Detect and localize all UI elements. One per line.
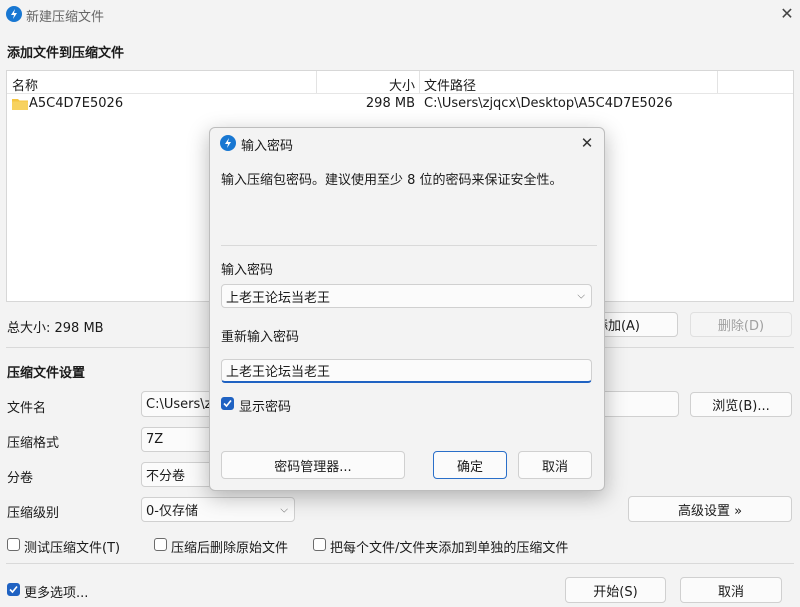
level-value: 0-仅存储 — [146, 504, 198, 519]
show-password-label[interactable]: 显示密码 — [239, 396, 291, 415]
level-select[interactable]: 0-仅存储 ⌵ — [141, 497, 295, 522]
cancel-button[interactable]: 取消 — [680, 577, 782, 603]
password-manager-button[interactable]: 密码管理器... — [221, 451, 405, 479]
dialog-description: 输入压缩包密码。建议使用至少 8 位的密码来保证安全性。 — [221, 173, 563, 188]
password-dialog: 输入密码 ✕ 输入压缩包密码。建议使用至少 8 位的密码来保证安全性。 输入密码… — [209, 127, 605, 491]
password-label: 输入密码 — [221, 263, 274, 278]
list-header: 名称 大小 文件路径 — [7, 71, 793, 94]
column-separator[interactable] — [316, 71, 317, 93]
browse-button[interactable]: 浏览(B)... — [690, 392, 792, 417]
separate-archives-label[interactable]: 把每个文件/文件夹添加到单独的压缩文件 — [330, 537, 568, 556]
start-button[interactable]: 开始(S) — [565, 577, 666, 603]
chevron-down-icon: ⌵ — [280, 504, 288, 515]
window-title: 新建压缩文件 — [26, 10, 105, 25]
column-header-size[interactable]: 大小 — [367, 75, 415, 94]
row-size: 298 MB — [365, 96, 415, 111]
column-separator[interactable] — [717, 71, 718, 93]
format-label: 压缩格式 — [7, 436, 60, 451]
dialog-divider — [221, 245, 597, 246]
bandizip-icon — [6, 6, 22, 22]
dialog-cancel-button[interactable]: 取消 — [518, 451, 592, 479]
add-section-title: 添加文件到压缩文件 — [7, 46, 125, 61]
column-header-path[interactable]: 文件路径 — [424, 75, 476, 94]
folder-icon — [12, 97, 28, 110]
split-value: 不分卷 — [146, 469, 186, 484]
chevron-down-icon[interactable]: ⌵ — [577, 291, 585, 302]
delete-original-checkbox[interactable] — [154, 538, 167, 551]
bandizip-icon — [220, 135, 236, 151]
test-archive-label[interactable]: 测试压缩文件(T) — [24, 537, 120, 556]
delete-original-label[interactable]: 压缩后删除原始文件 — [171, 537, 288, 556]
separate-archives-checkbox[interactable] — [313, 538, 326, 551]
column-separator[interactable] — [419, 71, 420, 93]
reenter-password-input[interactable] — [221, 359, 592, 383]
filename-label: 文件名 — [7, 401, 47, 416]
filename-value: C:\Users\zj — [146, 396, 216, 412]
advanced-settings-button[interactable]: 高级设置 » — [628, 496, 792, 522]
password-combo[interactable]: 上老王论坛当老王 ⌵ — [221, 284, 592, 308]
dialog-close-button[interactable]: ✕ — [577, 133, 597, 153]
password-value: 上老王论坛当老王 — [226, 290, 331, 306]
split-label: 分卷 — [7, 471, 34, 486]
more-options-label[interactable]: 更多选项... — [24, 582, 88, 601]
ok-button[interactable]: 确定 — [433, 451, 507, 479]
total-size: 总大小: 298 MB — [7, 321, 104, 336]
divider — [6, 563, 794, 564]
settings-section-title: 压缩文件设置 — [7, 366, 86, 381]
test-archive-checkbox[interactable] — [7, 538, 20, 551]
show-password-checkbox[interactable] — [221, 397, 234, 410]
dialog-title: 输入密码 — [241, 139, 294, 154]
table-row[interactable]: A5C4D7E5026 298 MB C:\Users\zjqcx\Deskto… — [7, 94, 793, 114]
format-value: 7Z — [146, 432, 164, 447]
row-path: C:\Users\zjqcx\Desktop\A5C4D7E5026 — [424, 96, 673, 111]
row-name: A5C4D7E5026 — [29, 96, 124, 111]
more-options-checkbox[interactable] — [7, 583, 20, 596]
reenter-password-label: 重新输入密码 — [221, 330, 300, 345]
column-header-name[interactable]: 名称 — [12, 75, 38, 94]
title-bar: 新建压缩文件 ✕ — [0, 0, 800, 30]
delete-button[interactable]: 删除(D) — [690, 312, 792, 337]
window-close-button[interactable]: ✕ — [776, 3, 798, 25]
level-label: 压缩级别 — [7, 506, 60, 521]
